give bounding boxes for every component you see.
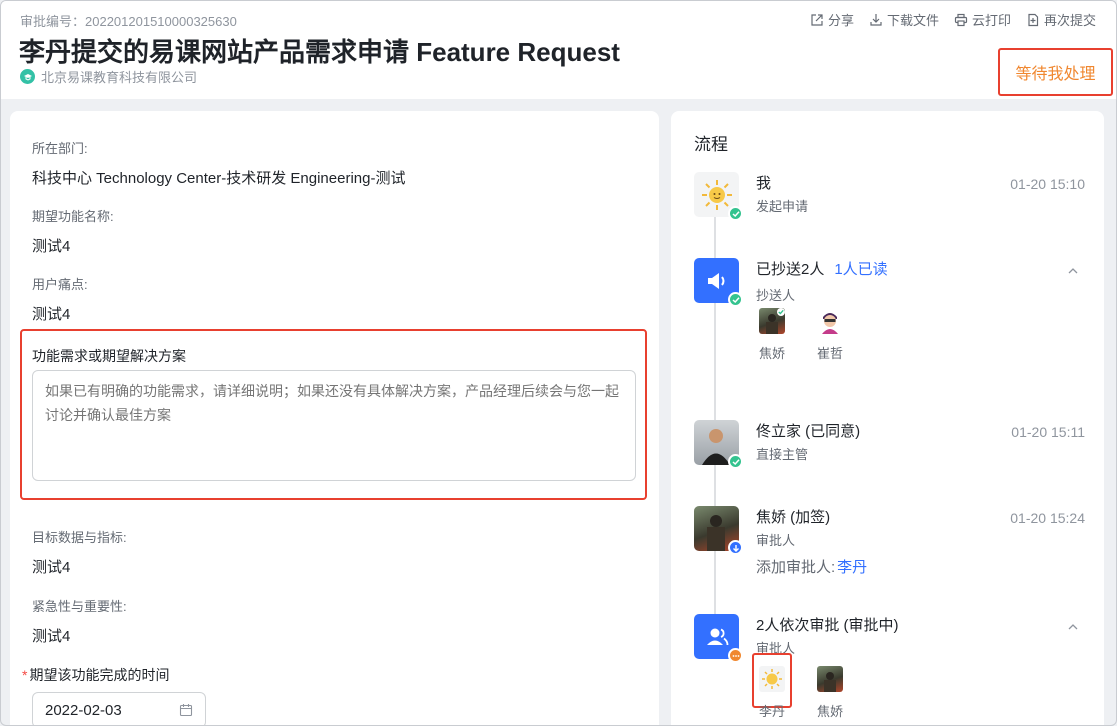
feature-name-field: 期望功能名称: 测试4 — [32, 206, 114, 256]
status-badge: 等待我处理 — [998, 48, 1113, 96]
step-time: 01-20 15:11 — [1011, 424, 1085, 440]
sun-avatar-icon — [701, 179, 732, 210]
approved-check-icon — [728, 292, 743, 307]
feature-name-value: 测试4 — [32, 238, 71, 255]
photo-avatar-icon — [824, 672, 836, 692]
department-field: 所在部门: 科技中心 Technology Center-技术研发 Engine… — [32, 138, 405, 188]
avatar[interactable] — [694, 506, 743, 555]
cc-avatar — [694, 258, 743, 307]
download-icon — [870, 13, 882, 26]
company-line: 北京易课教育科技有限公司 — [20, 67, 197, 86]
solution-label: 功能需求或期望解决方案 — [32, 348, 186, 364]
page-title: 李丹提交的易课网站产品需求申请 Feature Request — [19, 37, 620, 67]
due-date-field: * 期望该功能完成的时间 — [22, 665, 169, 685]
cc-count: 已抄送2人 — [756, 261, 825, 278]
cc-people: 焦娇 崔哲 — [756, 308, 846, 362]
share-label: 分享 — [827, 13, 854, 28]
read-check-icon — [777, 308, 785, 316]
share-button[interactable]: 分享 — [810, 10, 854, 29]
print-label: 云打印 — [971, 13, 1011, 28]
step-name: 焦娇 (加签) — [756, 509, 831, 526]
calendar-icon — [179, 704, 193, 717]
resubmit-label: 再次提交 — [1043, 13, 1096, 28]
chevron-up-icon[interactable] — [1066, 264, 1080, 278]
person-name: 焦娇 — [758, 346, 785, 361]
urgency-label: 紧急性与重要性: — [32, 599, 127, 614]
pain-point-value: 测试4 — [32, 306, 71, 323]
megaphone-icon — [707, 272, 724, 289]
approval-number: 审批编号：202201201510000325630 — [20, 14, 237, 29]
step-role: 直接主管 — [756, 447, 809, 462]
pain-point-field: 用户痛点: 测试4 — [32, 274, 88, 324]
print-button[interactable]: 云打印 — [954, 10, 1011, 29]
form-panel: 所在部门: 科技中心 Technology Center-技术研发 Engine… — [10, 111, 659, 725]
urgency-field: 紧急性与重要性: 测试4 — [32, 596, 127, 646]
person[interactable]: 崔哲 — [814, 308, 846, 362]
print-icon — [954, 13, 968, 26]
approved-check-icon — [728, 454, 743, 469]
urgency-value: 测试4 — [32, 628, 71, 645]
step-time: 01-20 15:10 — [1010, 176, 1085, 192]
step-time: 01-20 15:24 — [1010, 510, 1085, 526]
add-approver-label: 添加审批人: — [756, 559, 836, 576]
target-data-field: 目标数据与指标: 测试4 — [32, 527, 127, 577]
avatar — [759, 308, 785, 334]
person[interactable]: 李丹 — [756, 666, 788, 720]
chevron-up-icon[interactable] — [1066, 620, 1080, 634]
company-logo-icon — [20, 69, 35, 84]
step-role: 审批人 — [756, 533, 796, 548]
add-approver-name[interactable]: 李丹 — [837, 559, 867, 576]
solution-input[interactable] — [32, 370, 636, 481]
users-icon — [706, 628, 728, 645]
due-date-label: 期望该功能完成的时间 — [29, 667, 170, 683]
step-name: 我 — [756, 175, 772, 192]
company-name: 北京易课教育科技有限公司 — [41, 70, 198, 85]
header-actions: 分享 下载文件 云打印 再次提交 — [810, 10, 1096, 29]
header: 审批编号：202201201510000325630 李丹提交的易课网站产品需求… — [1, 1, 1116, 99]
required-star: * — [22, 667, 28, 683]
read-count-link[interactable]: 1人已读 — [834, 261, 887, 278]
step-name: 已抄送2人 1人已读 — [756, 258, 888, 279]
feature-name-label: 期望功能名称: — [32, 209, 114, 224]
share-icon — [811, 13, 823, 26]
target-data-label: 目标数据与指标: — [32, 530, 127, 545]
cartoon-avatar-icon — [822, 313, 838, 334]
approval-window: 审批编号：202201201510000325630 李丹提交的易课网站产品需求… — [0, 0, 1117, 726]
department-label: 所在部门: — [32, 141, 88, 156]
step-role: 抄送人 — [756, 288, 796, 303]
person-name: 焦娇 — [816, 704, 843, 719]
download-button[interactable]: 下载文件 — [869, 10, 939, 29]
avatar — [817, 666, 843, 692]
group-avatar — [694, 614, 743, 663]
add-approver-line: 添加审批人: 李丹 — [756, 556, 867, 577]
approved-check-icon — [728, 206, 743, 221]
avatar — [759, 666, 785, 692]
due-date-input[interactable]: 2022-02-03 — [32, 692, 206, 725]
person[interactable]: 焦娇 — [756, 308, 788, 362]
person-name: 崔哲 — [816, 346, 843, 361]
person[interactable]: 焦娇 — [814, 666, 846, 720]
approver-people: 李丹 焦娇 — [756, 666, 846, 720]
due-date-value: 2022-02-03 — [45, 701, 122, 719]
target-data-value: 测试4 — [32, 559, 71, 576]
pending-dots-icon — [728, 648, 743, 663]
resubmit-button[interactable]: 再次提交 — [1026, 10, 1096, 29]
step-role: 发起申请 — [756, 199, 809, 214]
step-name: 佟立家 (已同意) — [756, 423, 861, 440]
flow-title: 流程 — [694, 135, 728, 154]
resubmit-icon — [1028, 13, 1039, 26]
department-value: 科技中心 Technology Center-技术研发 Engineering-… — [32, 170, 406, 187]
person-name: 李丹 — [758, 704, 785, 719]
avatar — [817, 308, 843, 334]
download-label: 下载文件 — [886, 13, 939, 28]
add-signer-icon — [728, 540, 743, 555]
flow-panel: 流程 我 发起申请 01-20 15:10 已抄送2人 1人已读 抄送人 焦娇 … — [671, 111, 1104, 725]
step-name: 2人依次审批 (审批中) — [756, 617, 899, 634]
sun-avatar-icon — [762, 669, 782, 689]
pain-point-label: 用户痛点: — [32, 277, 88, 292]
avatar[interactable] — [694, 172, 743, 221]
avatar[interactable] — [694, 420, 743, 469]
